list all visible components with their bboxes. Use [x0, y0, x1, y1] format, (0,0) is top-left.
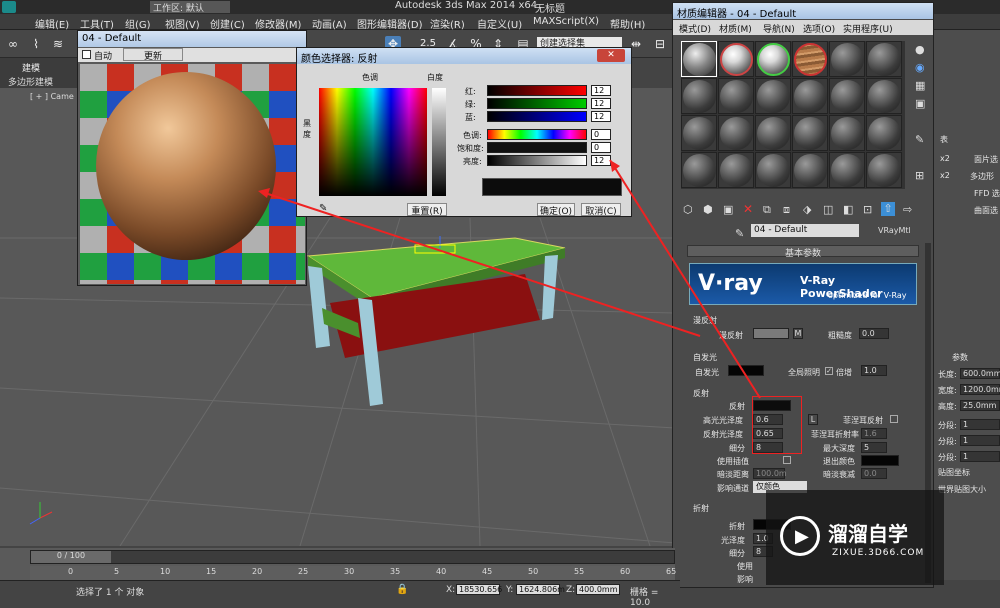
time-slider-track[interactable]: 0 / 100	[30, 550, 675, 564]
status-bar: 选择了 1 个 对象 🔒 X: 18530.656 Y: 1624.806m Z…	[0, 580, 680, 608]
watermark-logo: ▶	[780, 516, 820, 556]
time-slider-handle[interactable]: 0 / 100	[31, 551, 111, 563]
tick-label: 0	[68, 567, 74, 576]
tick-label: 5	[114, 567, 120, 576]
tick-label: 25	[298, 567, 309, 576]
watermark-url: ZIXUE.3D66.COM	[832, 548, 925, 558]
y-coord-label: Y:	[506, 585, 514, 595]
status-message: 选择了 1 个 对象	[76, 588, 145, 598]
tick-label: 35	[390, 567, 401, 576]
tick-label: 60	[620, 567, 631, 576]
watermark: ▶ 溜溜自学 ZIXUE.3D66.COM	[766, 490, 944, 585]
x-coord-field[interactable]: 18530.656	[456, 584, 502, 595]
y-coord-field[interactable]: 1624.806m	[516, 584, 565, 595]
z-coord-label: Z:	[566, 585, 576, 595]
tick-label: 40	[436, 567, 447, 576]
timeline[interactable]: 0 / 100 0 5 10 15 20 25 30 35 40 45 50 5…	[0, 548, 677, 580]
track-bar[interactable]: 0 5 10 15 20 25 30 35 40 45 50 55 60 65	[30, 566, 677, 580]
grid-size-label: 栅格 = 10.0	[630, 588, 659, 608]
lock-selection-icon[interactable]: 🔒	[396, 584, 408, 595]
play-icon: ▶	[795, 526, 809, 547]
z-coord-field[interactable]: 400.0mm	[576, 584, 620, 595]
watermark-brand: 溜溜自学	[828, 522, 908, 546]
tick-label: 50	[528, 567, 539, 576]
x-coord-label: X:	[446, 585, 456, 595]
tick-label: 10	[160, 567, 171, 576]
tick-label: 20	[252, 567, 263, 576]
tick-label: 65	[666, 567, 677, 576]
tick-label: 55	[574, 567, 585, 576]
tick-label: 15	[206, 567, 217, 576]
tick-label: 45	[482, 567, 493, 576]
tick-label: 30	[344, 567, 355, 576]
